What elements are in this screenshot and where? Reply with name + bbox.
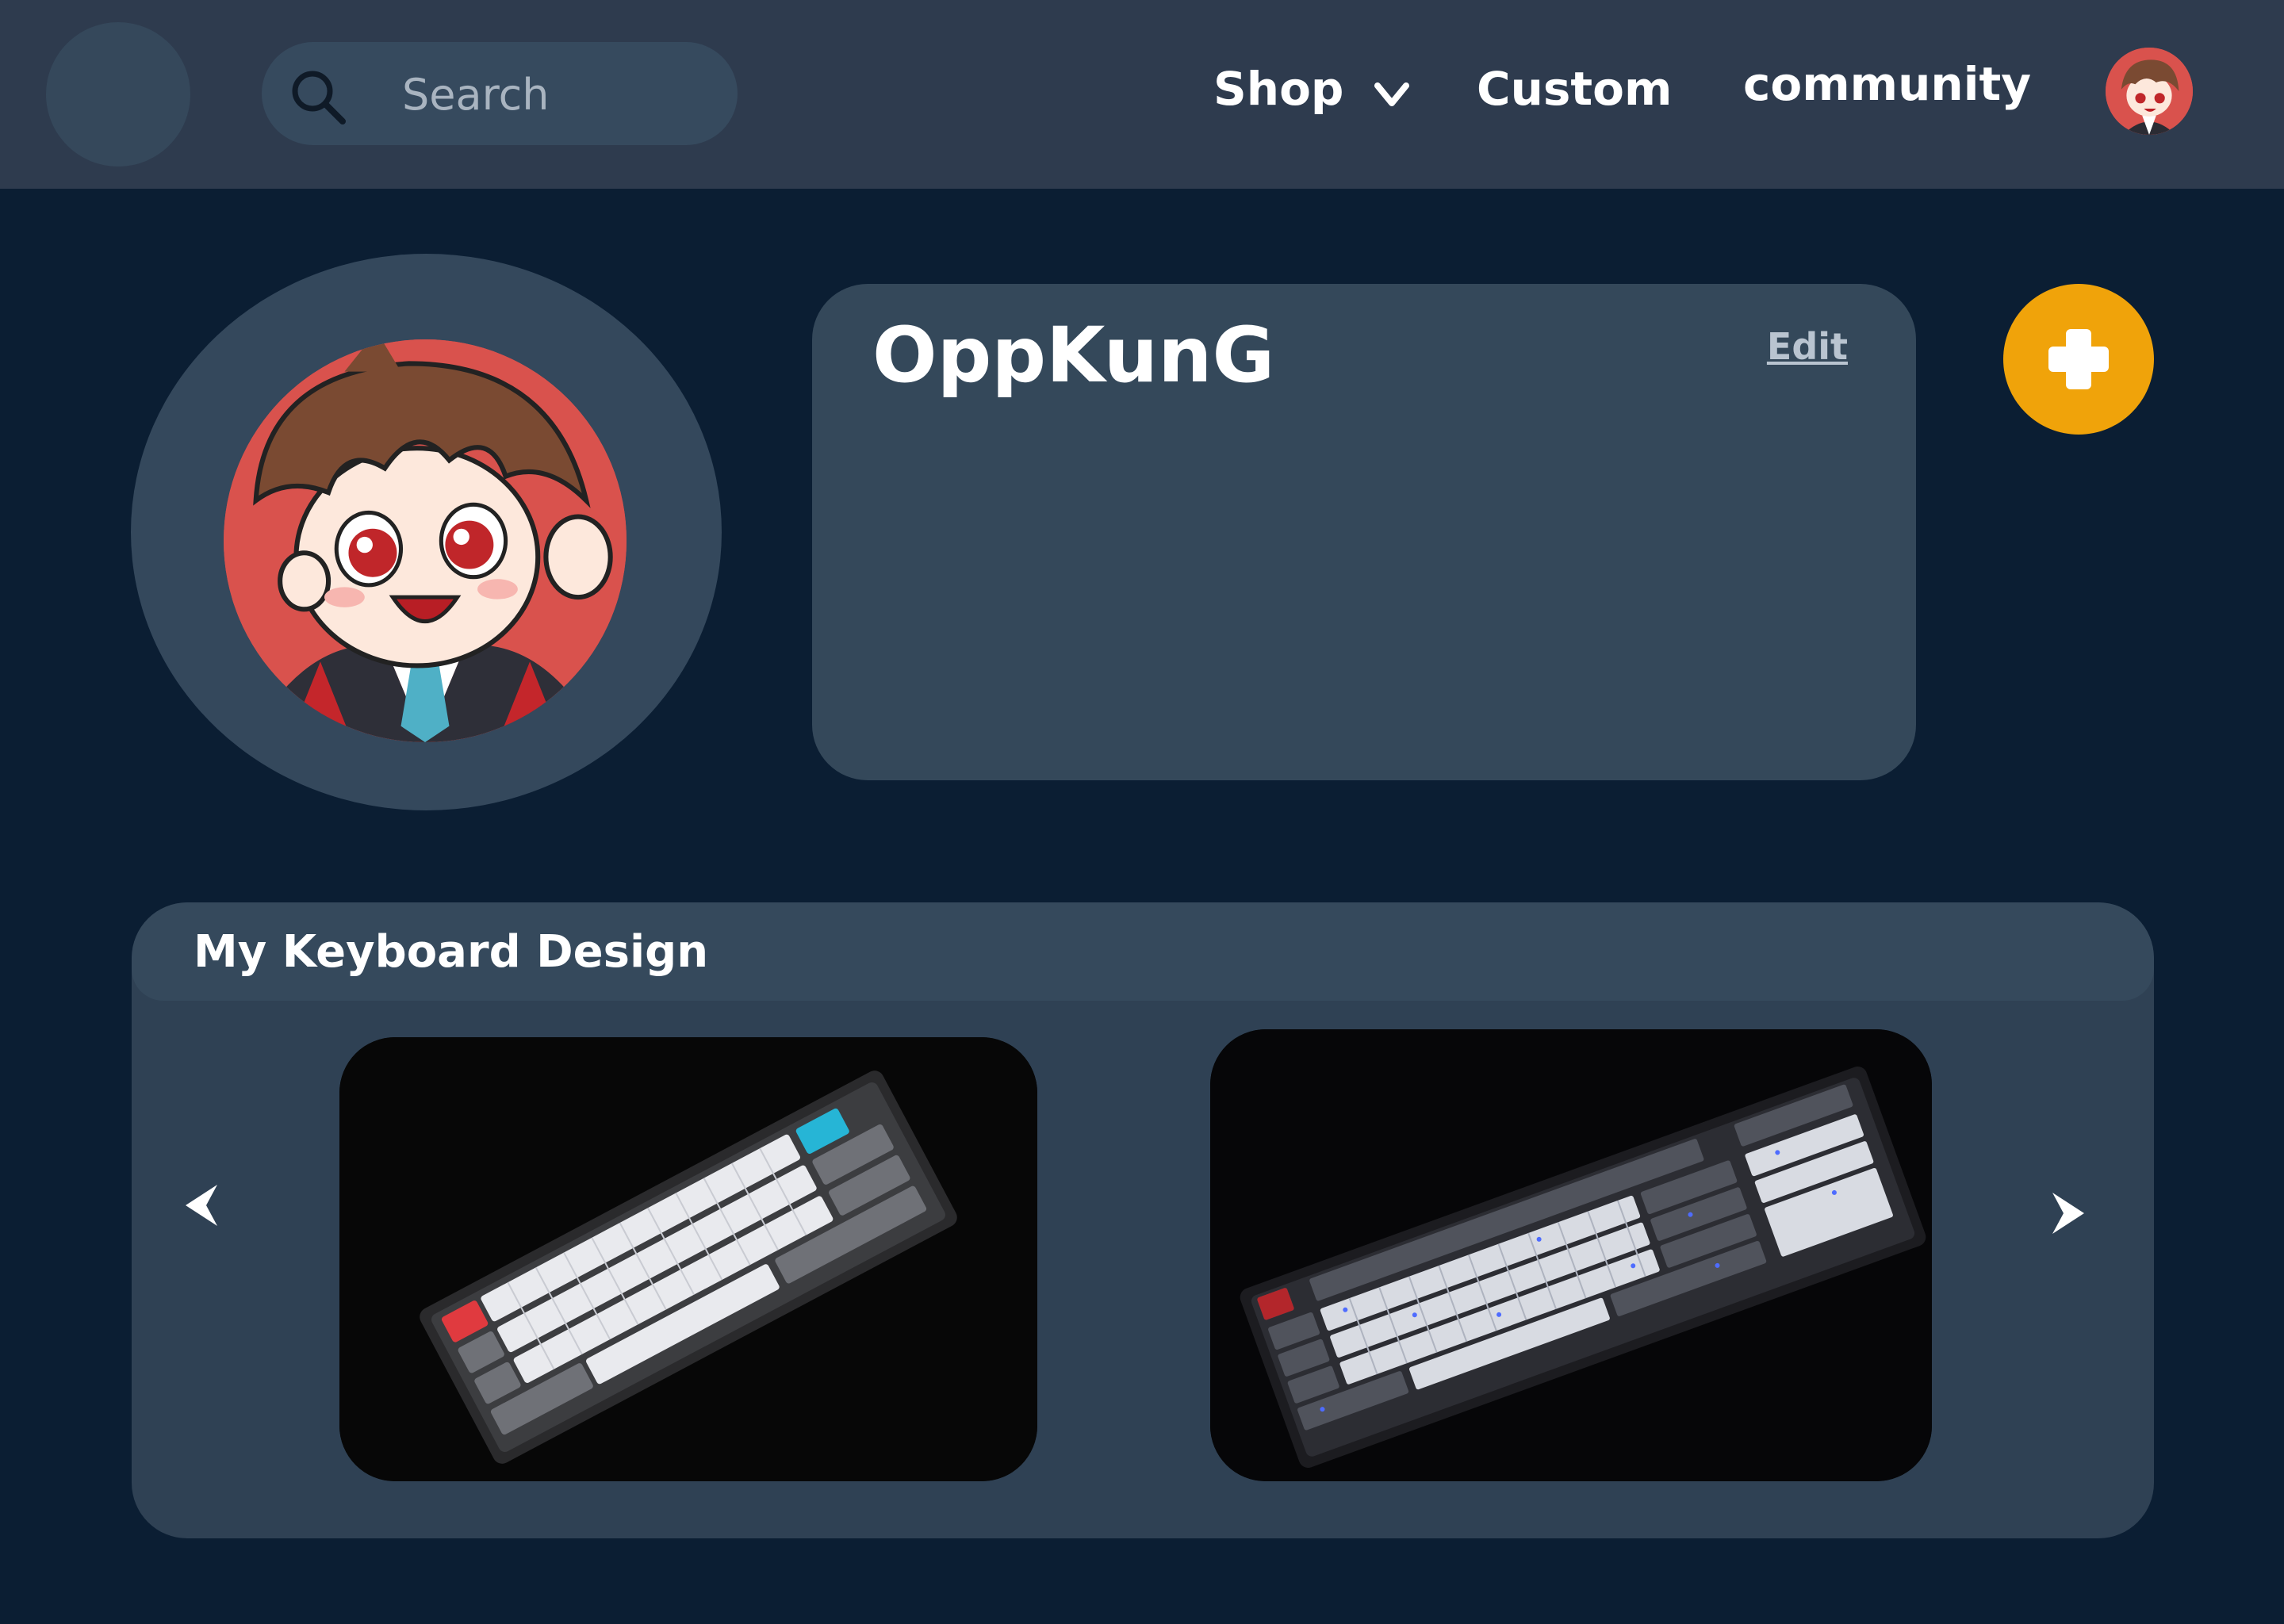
top-navigation-bar: Shop Custom community (0, 0, 2284, 189)
fullsize-keyboard-image (1210, 1029, 1932, 1481)
nav-shop-menu[interactable]: Shop (1213, 62, 1409, 119)
nav-shop-label: Shop (1213, 62, 1344, 116)
profile-illustration (224, 339, 627, 742)
keyboard-panel-header: My Keyboard Design (132, 902, 2154, 1001)
username: OppKunG (872, 311, 1275, 400)
search-input[interactable] (400, 64, 713, 124)
edit-profile-link[interactable]: Edit (1767, 325, 1848, 368)
keyboard-design-card[interactable] (339, 1037, 1037, 1481)
search-bar[interactable] (262, 42, 738, 145)
logo-placeholder[interactable] (46, 22, 190, 167)
keyboard-design-card[interactable] (1210, 1029, 1932, 1481)
compact-keyboard-image (339, 1037, 1037, 1481)
profile-info-card: OppKunG Edit (812, 284, 1916, 780)
avatar-illustration (2106, 48, 2193, 135)
plus-icon-vertical (2066, 329, 2091, 389)
arrow-left-icon[interactable] (179, 1182, 227, 1229)
chevron-down-icon (1374, 65, 1409, 119)
keyboard-design-panel: My Keyboard Design (132, 902, 2154, 1538)
search-icon (292, 71, 346, 124)
section-title: My Keyboard Design (194, 926, 709, 978)
nav-community-link[interactable]: community (1743, 57, 2031, 111)
nav-custom-link[interactable]: Custom (1477, 62, 1672, 116)
profile-picture[interactable] (224, 339, 627, 742)
add-button[interactable] (2003, 284, 2154, 435)
arrow-right-icon[interactable] (2043, 1189, 2090, 1237)
user-avatar[interactable] (2106, 48, 2193, 135)
